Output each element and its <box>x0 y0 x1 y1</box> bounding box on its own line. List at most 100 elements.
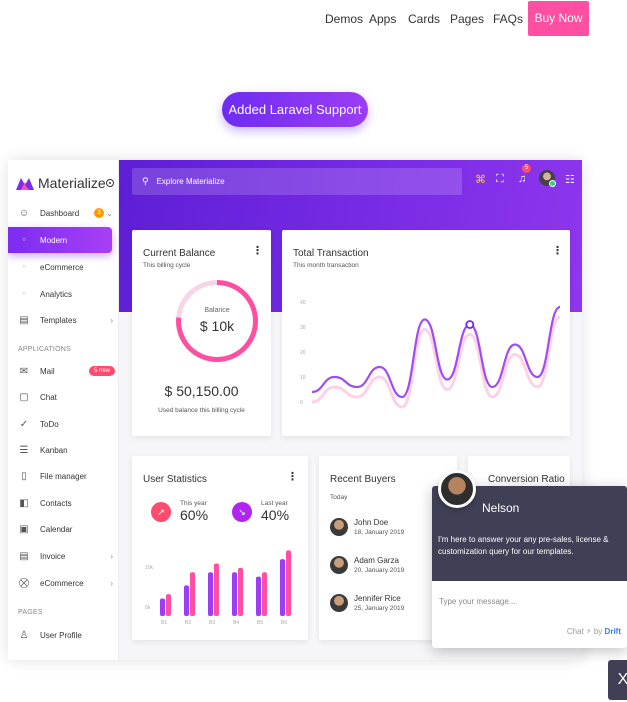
bell-icon[interactable]: ♫ <box>518 173 526 185</box>
nav-link-pages[interactable]: Pages <box>450 12 484 26</box>
invoice-icon: ▤ <box>19 550 29 562</box>
sidebar-item-label: Chat <box>40 392 57 402</box>
nav-link-cards[interactable]: Cards <box>408 12 440 26</box>
section-label-pages: PAGES <box>18 609 43 616</box>
chat-message-input[interactable]: Type your message... <box>439 597 515 606</box>
search-input[interactable]: ⚲ Explore Materialize <box>132 168 462 195</box>
flag-icon[interactable]: ⌘ <box>475 173 486 186</box>
bar <box>286 550 291 616</box>
file-icon: ▯ <box>21 470 27 482</box>
card-subtitle: Today <box>330 494 348 501</box>
x-tick-label: B5 <box>257 620 263 626</box>
circle-icon: ○ <box>22 291 26 297</box>
current-balance-card: Current Balance This billing cycle ⋮ Bal… <box>132 230 271 436</box>
menu-icon[interactable]: ☷ <box>565 173 575 186</box>
bar <box>166 594 171 616</box>
sidebar-item-todo[interactable]: ✓ ToDo <box>8 411 119 437</box>
buyer-date: 25, January 2019 <box>354 605 405 612</box>
dashboard-badge: 3 <box>94 208 104 218</box>
bar <box>190 572 195 616</box>
sidebar-item-calendar[interactable]: ▣ Calendar <box>8 516 119 542</box>
sidebar-item-label: Calendar <box>40 524 73 534</box>
sidebar-item-chat[interactable]: ▢ Chat <box>8 384 119 410</box>
sidebar-item-label: File manager <box>40 471 87 481</box>
more-vert-icon[interactable]: ⋮ <box>252 244 263 257</box>
x-tick-label: B3 <box>209 620 215 626</box>
buyer-name: Jennifer Rice <box>354 594 401 603</box>
circle-icon: ○ <box>22 264 26 270</box>
sidebar-item-invoice[interactable]: ▤ Invoice › <box>8 543 119 569</box>
sidebar-toggle-icon[interactable] <box>106 179 114 187</box>
balance-note: Used balance this billing cycle <box>158 407 245 414</box>
templates-icon: ▤ <box>19 314 29 326</box>
brand-name: Drift <box>604 627 621 636</box>
nav-link-demos[interactable]: Demos <box>325 12 363 26</box>
sidebar-item-label: Kanban <box>40 445 68 455</box>
chat-icon: ▢ <box>19 391 29 403</box>
bar <box>208 572 213 616</box>
y-tick-label: 0k <box>145 605 151 611</box>
card-subtitle: This billing cycle <box>143 262 191 269</box>
chevron-down-icon: ⌄ <box>106 208 113 218</box>
mail-icon: ✉ <box>19 365 29 377</box>
calendar-icon: ▣ <box>19 523 29 535</box>
avatar <box>438 470 476 508</box>
buy-now-button[interactable]: Buy Now <box>528 1 589 36</box>
sidebar-item-contacts[interactable]: ◧ Contacts <box>8 490 119 516</box>
laravel-support-button[interactable]: Added Laravel Support 😊 <box>222 92 368 152</box>
sidebar-item-label: Dashboard <box>40 208 80 218</box>
bar <box>238 567 243 616</box>
balance-amount: $ 50,150.00 <box>164 383 239 399</box>
nav-link-faqs[interactable]: FAQs <box>493 12 523 26</box>
sidebar-item-label: eCommerce <box>40 262 84 272</box>
buyer-name: John Doe <box>354 518 389 527</box>
check-icon: ✓ <box>19 418 29 430</box>
brand-prefix: Chat ⚡ by <box>566 627 603 636</box>
sidebar-item-user-profile[interactable]: ♙ User Profile <box>8 622 119 648</box>
sidebar-item-ecommerce-app[interactable]: ⛒ eCommerce › <box>8 570 119 596</box>
sidebar-item-kanban[interactable]: ☰ Kanban <box>8 437 119 463</box>
sidebar: Materialize ☺ Dashboard 3 ⌄ ○ Modern ○ e… <box>8 160 119 660</box>
sidebar-item-modern[interactable]: ○ Modern <box>8 227 112 253</box>
bar <box>184 585 189 616</box>
data-point <box>465 320 475 329</box>
transaction-line-chart: 40 30 20 10 0 <box>300 300 561 409</box>
sidebar-item-file-manager[interactable]: ▯ File manager <box>8 463 119 489</box>
brand[interactable]: Materialize <box>16 172 106 194</box>
y-tick-label: 20 <box>300 350 306 356</box>
agent-name: Nelson <box>482 501 520 515</box>
chat-widget: Nelson I'm here to answer your any pre-s… <box>432 486 627 648</box>
y-tick-label: 10k <box>145 565 154 571</box>
avatar <box>330 518 348 536</box>
bar <box>214 563 219 616</box>
x-tick-label: B2 <box>185 620 191 626</box>
avatar <box>330 594 348 612</box>
search-placeholder: Explore Materialize <box>156 177 225 186</box>
dashboard-icon: ☺ <box>18 207 30 219</box>
sidebar-item-label: ToDo <box>40 419 59 429</box>
sidebar-item-label: Templates <box>40 315 77 325</box>
x-tick-label: B1 <box>161 620 167 626</box>
drift-branding[interactable]: Chat ⚡ by Drift <box>567 627 621 636</box>
card-title: Current Balance <box>143 248 216 259</box>
y-tick-label: 40 <box>300 300 306 306</box>
nav-link-apps[interactable]: Apps <box>369 12 396 26</box>
y-tick-label: 0 <box>300 400 303 406</box>
bar <box>256 576 261 616</box>
sidebar-item-analytics[interactable]: ○ Analytics <box>8 281 119 307</box>
sidebar-item-dashboard[interactable]: ☺ Dashboard 3 ⌄ <box>8 200 119 226</box>
user-statistics-bar-chart: 10k 0k B1 B2 B3 B4 B5 B6 <box>145 550 291 626</box>
fullscreen-icon[interactable]: ⛶ <box>496 173 504 186</box>
sidebar-item-label: User Profile <box>40 630 82 640</box>
sidebar-item-mail[interactable]: ✉ Mail 5 new <box>8 358 119 384</box>
avatar[interactable] <box>539 170 556 187</box>
total-transaction-card: Total Transaction This month transaction… <box>282 230 570 436</box>
sidebar-item-templates[interactable]: ▤ Templates › <box>8 307 119 333</box>
bar <box>160 598 165 616</box>
sidebar-item-ecommerce[interactable]: ○ eCommerce <box>8 254 119 280</box>
user-statistics-card: User Statistics ⋮ ↗ This year 60% ↘ Last… <box>132 456 308 640</box>
close-chat-button[interactable]: X <box>608 660 627 700</box>
search-icon: ⚲ <box>142 176 149 186</box>
chevron-right-icon: › <box>110 551 113 561</box>
sidebar-item-label: Invoice <box>40 551 66 561</box>
